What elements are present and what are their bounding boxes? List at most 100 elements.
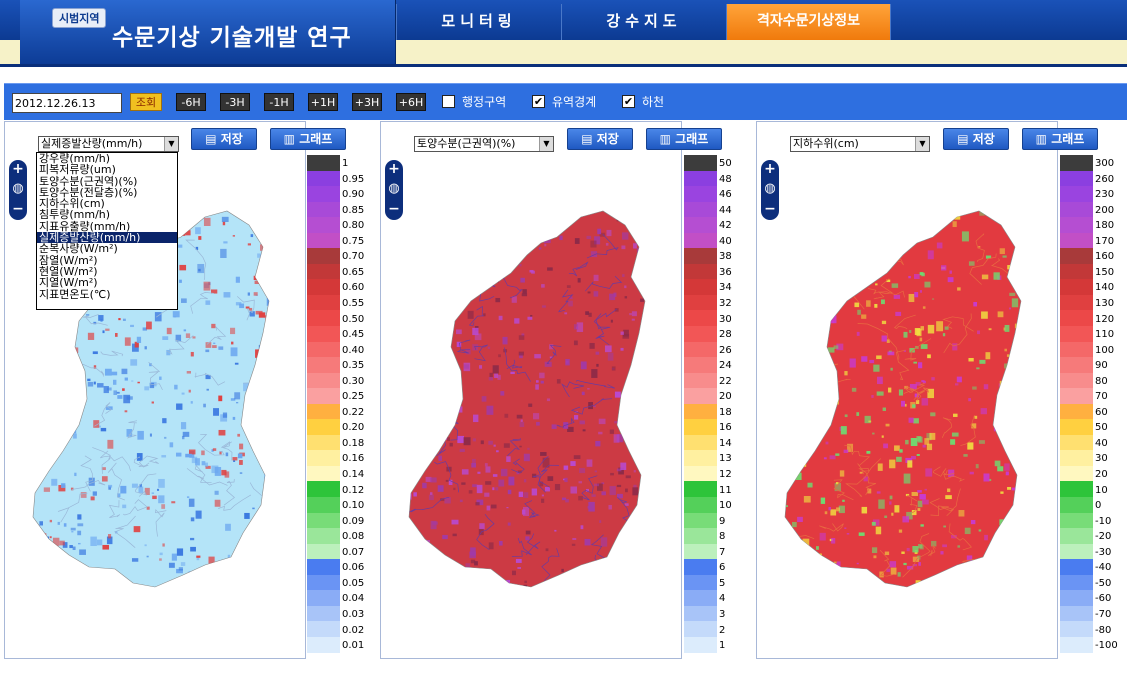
- save-button[interactable]: ▤ 저장: [567, 128, 633, 150]
- save-label: 저장: [220, 132, 243, 146]
- nav-rainfall-map[interactable]: 강수지도: [561, 4, 726, 40]
- plus-3h-button[interactable]: +3H: [352, 93, 382, 111]
- query-button[interactable]: 조회: [130, 93, 162, 111]
- chevron-down-icon[interactable]: ▼: [164, 137, 178, 151]
- dropdown-option[interactable]: 지표면온도(℃): [37, 288, 177, 300]
- legend-swatch: [1060, 481, 1093, 498]
- panel-header: 실제증발산량(mm/h) ▼ ▤ 저장 ▥ 그래프: [5, 122, 346, 155]
- logo-panel[interactable]: 시범지역 수문기상 기술개발 연구: [20, 0, 396, 64]
- map-panel-groundwater: 지하수위(cm) ▼ ▤ 저장 ▥ 그래프 + ◍ −: [756, 121, 1098, 659]
- legend-swatch: [307, 621, 340, 637]
- admin-district-checkbox[interactable]: [442, 95, 455, 108]
- zoom-in-icon[interactable]: +: [9, 160, 27, 178]
- graph-label: 그래프: [1051, 132, 1085, 146]
- graph-button[interactable]: ▥ 그래프: [1022, 128, 1098, 150]
- legend-swatch: [684, 528, 717, 544]
- legend-label: 0.07: [342, 546, 365, 558]
- legend-label: 0.35: [342, 360, 365, 372]
- legend-swatch: [307, 497, 340, 513]
- plus-1h-button[interactable]: +1H: [308, 93, 338, 111]
- legend-swatch: [307, 465, 340, 482]
- toolbar: 조회 -6H -3H -1H +1H +3H +6H 행정구역 ✔ 유역경계 ✔…: [4, 83, 1127, 120]
- legend-swatch: [684, 279, 717, 295]
- legend-label: -20: [1095, 531, 1112, 543]
- legend-label: -50: [1095, 577, 1112, 589]
- variable-select-value: 토양수분(근권역)(%): [417, 137, 516, 150]
- variable-dropdown-list[interactable]: 강우량(mm/h) 피복저류량(um) 토양수분(근권역)(%) 토양수분(전달층)(…: [36, 152, 178, 310]
- legend-swatch: [684, 326, 717, 342]
- legend-label: 80: [1095, 375, 1108, 387]
- legend-swatch: [307, 263, 340, 280]
- legend-label: 10: [1095, 484, 1108, 496]
- date-input[interactable]: [12, 93, 122, 113]
- minus-6h-button[interactable]: -6H: [176, 93, 206, 111]
- legend-swatch: [1060, 201, 1093, 218]
- legend-label: 20: [1095, 469, 1108, 480]
- legend-label: 14: [719, 437, 732, 449]
- legend-swatch: [1060, 232, 1093, 249]
- plus-6h-button[interactable]: +6H: [396, 93, 426, 111]
- globe-icon[interactable]: ◍: [761, 180, 779, 198]
- zoom-in-icon[interactable]: +: [761, 160, 779, 178]
- zoom-in-icon[interactable]: +: [385, 160, 403, 178]
- globe-icon[interactable]: ◍: [9, 180, 27, 198]
- legend-label: 2: [719, 624, 726, 636]
- legend-swatch: [307, 574, 340, 591]
- legend-label: 120: [1095, 313, 1115, 325]
- variable-select-value: 실제증발산량(mm/h): [41, 137, 143, 150]
- river-checkbox[interactable]: ✔: [622, 95, 635, 108]
- chevron-down-icon[interactable]: ▼: [539, 137, 553, 151]
- nav-monitoring[interactable]: 모니터링: [396, 4, 561, 40]
- legend-swatch: [684, 170, 717, 187]
- graph-button[interactable]: ▥ 그래프: [646, 128, 722, 150]
- legend-label: 0.01: [342, 640, 365, 652]
- dropdown-option[interactable]: 순복사량(W/m²): [37, 243, 177, 254]
- variable-select[interactable]: 지하수위(cm) ▼: [790, 136, 930, 152]
- panel-header: 지하수위(cm) ▼ ▤ 저장 ▥ 그래프: [757, 122, 1098, 155]
- legend-swatch: [307, 403, 340, 420]
- variable-select[interactable]: 토양수분(근권역)(%) ▼: [414, 136, 554, 152]
- nav-grid-hydromet-info[interactable]: 격자수문기상정보: [726, 4, 891, 40]
- save-button[interactable]: ▤ 저장: [191, 128, 257, 150]
- legend-swatch: [684, 559, 717, 575]
- legend-label: 44: [719, 204, 732, 216]
- dropdown-option[interactable]: 지열(W/m²): [37, 277, 177, 288]
- legend-color-bar: [1060, 155, 1093, 653]
- legend-label: 46: [719, 189, 732, 201]
- legend-label: 12: [719, 469, 732, 480]
- legend-swatch: [1060, 155, 1093, 171]
- chevron-down-icon[interactable]: ▼: [915, 137, 929, 151]
- zoom-out-icon[interactable]: −: [385, 200, 403, 218]
- globe-icon[interactable]: ◍: [385, 180, 403, 198]
- legend-swatch: [684, 248, 717, 264]
- save-button[interactable]: ▤ 저장: [943, 128, 1009, 150]
- legend-swatch: [684, 403, 717, 420]
- zoom-out-icon[interactable]: −: [9, 200, 27, 218]
- zoom-out-icon[interactable]: −: [761, 200, 779, 218]
- basin-map[interactable]: [757, 155, 1057, 655]
- legend-label: 0.18: [342, 437, 365, 449]
- save-icon: ▤: [957, 132, 973, 146]
- minus-1h-button[interactable]: -1H: [264, 93, 294, 111]
- graph-button[interactable]: ▥ 그래프: [270, 128, 346, 150]
- legend-swatch: [307, 341, 340, 358]
- legend-swatch: [684, 621, 717, 637]
- minus-3h-button[interactable]: -3H: [220, 93, 250, 111]
- legend-swatch: [684, 263, 717, 280]
- legend-swatch: [1060, 450, 1093, 466]
- legend-swatch: [684, 497, 717, 513]
- legend-label: 100: [1095, 344, 1115, 356]
- legend-swatch: [307, 201, 340, 218]
- basin-boundary-checkbox[interactable]: ✔: [532, 95, 545, 108]
- legend-label: -100: [1095, 640, 1118, 652]
- dropdown-option[interactable]: 피복저류량(um): [37, 164, 177, 175]
- legend-label: 200: [1095, 204, 1115, 216]
- legend-label: 0.16: [342, 453, 365, 465]
- legend-label: 0.06: [342, 562, 365, 574]
- legend-swatch: [307, 450, 340, 466]
- legend-label: 230: [1095, 189, 1115, 201]
- basin-map[interactable]: [381, 155, 681, 655]
- variable-select[interactable]: 실제증발산량(mm/h) ▼: [38, 136, 179, 152]
- legend-label: 0.70: [342, 251, 365, 263]
- legend-swatch: [684, 294, 717, 311]
